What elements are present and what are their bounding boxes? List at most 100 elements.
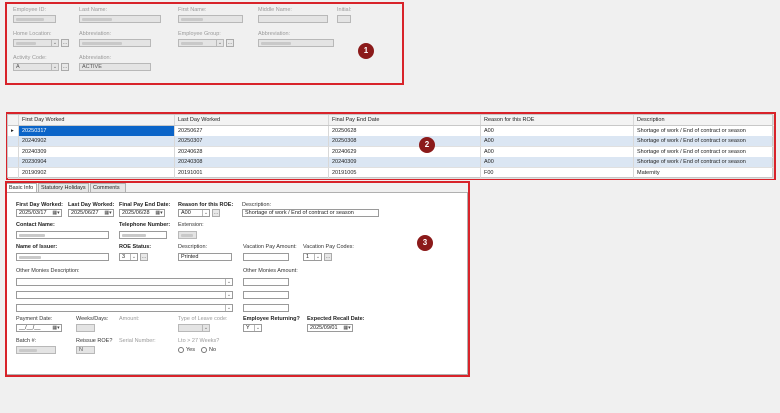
lto-27-weeks-label: Lto > 27 Weeks? [178, 338, 220, 344]
table-cell[interactable]: Shortage of work / End of contract or se… [634, 146, 774, 158]
description-label: Description: [242, 202, 272, 208]
calendar-icon[interactable]: ▦▾ [51, 325, 61, 331]
table-row[interactable]: 20240902 20250307 20250308 A00 Shortage of w… [8, 136, 774, 148]
other-monies-description-select-1[interactable]: ⌄ [16, 278, 233, 286]
chevron-down-icon: ⌄ [254, 325, 261, 331]
table-cell[interactable]: 20191001 [175, 167, 329, 179]
table-cell[interactable]: 20191005 [329, 167, 481, 179]
table-cell[interactable]: 20240309 [19, 146, 175, 158]
weeks-days-field[interactable] [76, 324, 95, 332]
telephone-number-field[interactable] [119, 231, 167, 239]
roe-status-lookup-button[interactable]: … [140, 253, 148, 261]
other-monies-amount-field-1[interactable] [243, 278, 289, 286]
table-cell[interactable]: F00 [481, 167, 634, 179]
activity-code-select[interactable]: A ⌄ [13, 63, 59, 71]
payment-date-field[interactable]: __/__/__ ▦▾ [16, 324, 62, 332]
table-cell[interactable]: Shortage of work / End of contract or se… [634, 136, 774, 148]
table-cell[interactable]: 20240629 [329, 146, 481, 158]
reason-select[interactable]: A00 ⌄ [178, 209, 210, 217]
table-cell[interactable]: Shortage of work / End of contract or se… [634, 157, 774, 169]
home-location-select[interactable]: ⌄ [13, 39, 59, 47]
home-location-label: Home Location: [13, 31, 52, 37]
grid-header: First Day Worked Last Day Worked Final P… [8, 115, 774, 126]
column-header[interactable]: First Day Worked [19, 115, 175, 125]
table-cell[interactable]: 20250627 [175, 126, 329, 137]
initial-field[interactable] [337, 15, 351, 23]
table-row[interactable]: 20190902 20191001 20191005 F00 Maternity [8, 167, 774, 179]
row-indicator [8, 136, 19, 148]
table-cell[interactable]: 20240628 [175, 146, 329, 158]
table-row[interactable]: 20230904 20240308 20240309 A00 Shortage of w… [8, 157, 774, 169]
employee-group-select[interactable]: ⌄ [178, 39, 224, 47]
extension-field[interactable] [178, 231, 197, 239]
other-monies-description-select-3[interactable]: ⌄ [16, 304, 233, 312]
table-cell[interactable]: A00 [481, 146, 634, 158]
employee-id-label: Employee ID: [13, 7, 47, 13]
first-name-field[interactable] [178, 15, 243, 23]
last-day-worked-date[interactable]: 2025/06/27 ▦▾ [68, 209, 114, 217]
table-cell[interactable]: A00 [481, 136, 634, 148]
chevron-down-icon: ⌄ [314, 254, 321, 260]
other-monies-description-select-2[interactable]: ⌄ [16, 291, 233, 299]
status-description-field[interactable]: Printed [178, 253, 232, 261]
column-header[interactable]: Description [634, 115, 774, 125]
last-name-field[interactable] [79, 15, 161, 23]
batch-number-field[interactable] [16, 346, 56, 354]
chevron-down-icon: ⌄ [225, 292, 232, 298]
table-cell[interactable]: 20230904 [19, 157, 175, 169]
chevron-down-icon: ⌄ [202, 210, 209, 216]
column-header[interactable]: Last Day Worked [175, 115, 329, 125]
vacation-pay-codes-select[interactable]: 1 ⌄ [303, 253, 322, 261]
other-monies-amount-field-2[interactable] [243, 291, 289, 299]
calendar-icon[interactable]: ▦▾ [51, 210, 61, 216]
table-cell[interactable]: 20240309 [329, 157, 481, 169]
table-cell[interactable]: A00 [481, 126, 634, 137]
home-location-lookup-button[interactable]: … [61, 39, 69, 47]
table-cell[interactable]: 20250628 [329, 126, 481, 137]
table-cell[interactable]: 20250307 [175, 136, 329, 148]
reason-lookup-button[interactable]: … [212, 209, 220, 217]
final-pay-end-date[interactable]: 2025/06/28 ▦▾ [119, 209, 165, 217]
vacation-pay-codes-lookup-button[interactable]: … [324, 253, 332, 261]
roe-status-select[interactable]: 3 ⌄ [119, 253, 138, 261]
table-cell[interactable]: Shortage of work / End of contract or se… [634, 126, 774, 137]
table-cell[interactable]: 20190902 [19, 167, 175, 179]
employee-id-field[interactable] [13, 15, 56, 23]
lto-no-radio[interactable] [201, 347, 207, 353]
middle-name-field[interactable] [258, 15, 328, 23]
calendar-icon[interactable]: ▦▾ [342, 325, 352, 331]
expected-recall-date-field[interactable]: 2025/09/01 ▦▾ [307, 324, 353, 332]
reissue-roe-field[interactable]: N [76, 346, 95, 354]
table-cell[interactable]: A00 [481, 157, 634, 169]
employee-group-lookup-button[interactable]: … [226, 39, 234, 47]
initial-label: Initial: [337, 7, 352, 13]
contact-name-field[interactable] [16, 231, 109, 239]
column-header[interactable]: Reason for this ROE [481, 115, 634, 125]
middle-name-label: Middle Name: [258, 7, 292, 13]
table-cell[interactable]: Maternity [634, 167, 774, 179]
lto-yes-label: Yes [186, 347, 195, 353]
calendar-icon[interactable]: ▦▾ [154, 210, 164, 216]
description-field[interactable]: Shortage of work / End of contract or se… [242, 209, 379, 217]
home-location-abbreviation-field[interactable] [79, 39, 151, 47]
type-of-leave-code-select[interactable]: ⌄ [178, 324, 210, 332]
table-cell[interactable]: 20250317 [19, 126, 175, 137]
table-cell[interactable]: 20240902 [19, 136, 175, 148]
employee-returning-select[interactable]: Y ⌄ [243, 324, 262, 332]
calendar-icon[interactable]: ▦▾ [103, 210, 113, 216]
lto-yes-radio[interactable] [178, 347, 184, 353]
activity-abbreviation-field[interactable]: ACTIVE [79, 63, 151, 71]
employee-group-abbreviation-field[interactable] [258, 39, 334, 47]
other-monies-amount-field-3[interactable] [243, 304, 289, 312]
table-row[interactable]: ▸ 20250317 20250627 20250628 A00 Shortage of … [8, 126, 774, 137]
serial-number-label: Serial Number: [119, 338, 156, 344]
first-day-worked-date[interactable]: 2025/03/17 ▦▾ [16, 209, 62, 217]
employee-returning-label: Employee Returning? [243, 316, 300, 322]
table-cell[interactable]: 20250308 [329, 136, 481, 148]
vacation-pay-amount-field[interactable] [243, 253, 289, 261]
activity-code-lookup-button[interactable]: … [61, 63, 69, 71]
column-header[interactable]: Final Pay End Date [329, 115, 481, 125]
table-cell[interactable]: 20240308 [175, 157, 329, 169]
name-of-issuer-field[interactable] [16, 253, 109, 261]
table-row[interactable]: 20240309 20240628 20240629 A00 Shortage of w… [8, 146, 774, 158]
